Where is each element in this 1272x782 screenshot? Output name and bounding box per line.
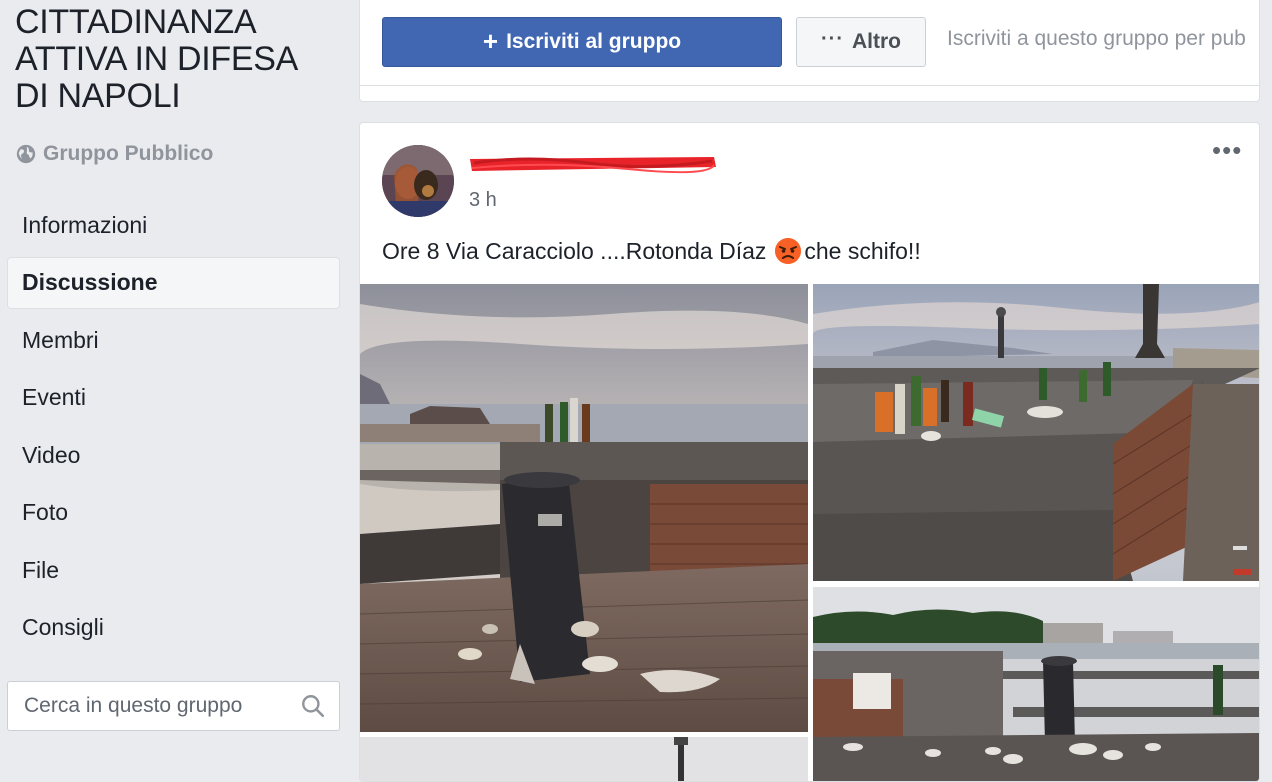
more-button[interactable]: ··· Altro xyxy=(796,17,926,67)
more-dots-icon[interactable]: ••• xyxy=(1212,137,1246,167)
post-card: 3 h ••• Ore 8 Via Caracciolo ....Rotonda… xyxy=(359,122,1260,782)
search-icon[interactable] xyxy=(300,693,326,719)
group-search[interactable] xyxy=(7,681,340,731)
nav-item-membri[interactable]: Membri xyxy=(7,314,340,366)
post-timestamp[interactable]: 3 h xyxy=(469,189,497,212)
more-label: Altro xyxy=(851,30,901,53)
nav-item-video[interactable]: Video xyxy=(7,429,340,481)
nav-item-eventi[interactable]: Eventi xyxy=(7,372,340,424)
join-group-label: Iscriviti al gruppo xyxy=(506,30,682,53)
avatar[interactable] xyxy=(382,145,454,217)
nav-item-file[interactable]: File xyxy=(7,544,340,596)
group-title[interactable]: CITTADINANZA ATTIVA IN DIFESA DI NAPOLI xyxy=(15,4,335,115)
group-type-label: Gruppo Pubblico xyxy=(43,142,214,165)
group-privacy: Gruppo Pubblico xyxy=(15,142,213,166)
card-divider xyxy=(360,85,1259,86)
join-hint-text: Iscriviti a questo gruppo per pub xyxy=(947,27,1246,50)
post-text-end: che schifo!! xyxy=(804,237,921,264)
angry-face-emoji xyxy=(775,238,802,264)
post-text: Ore 8 Via Caracciolo ....Rotonda Díaz ch… xyxy=(382,237,921,265)
post-photo-3[interactable] xyxy=(813,587,1259,781)
more-dots-icon: ··· xyxy=(821,27,844,50)
group-sidebar: CITTADINANZA ATTIVA IN DIFESA DI NAPOLI … xyxy=(0,0,350,768)
post-photo-2[interactable] xyxy=(813,284,1259,581)
redacted-author-name[interactable] xyxy=(468,153,718,175)
post-photo-1[interactable] xyxy=(360,284,808,732)
nav-item-foto[interactable]: Foto xyxy=(7,487,340,539)
group-actions-card: + Iscriviti al gruppo ··· Altro Iscrivit… xyxy=(359,0,1260,102)
join-group-button[interactable]: + Iscriviti al gruppo xyxy=(382,17,782,67)
nav-item-informazioni[interactable]: Informazioni xyxy=(7,199,340,251)
post-text-main: Ore 8 Via Caracciolo ....Rotonda Díaz xyxy=(382,237,767,264)
post-photo-4[interactable] xyxy=(360,737,808,781)
nav-item-consigli[interactable]: Consigli xyxy=(7,602,340,654)
nav-item-discussione[interactable]: Discussione xyxy=(7,256,340,309)
search-input[interactable] xyxy=(22,693,296,719)
plus-icon: + xyxy=(482,25,499,56)
group-nav: Informazioni Discussione Membri Eventi V… xyxy=(7,199,340,659)
globe-icon xyxy=(16,144,36,164)
